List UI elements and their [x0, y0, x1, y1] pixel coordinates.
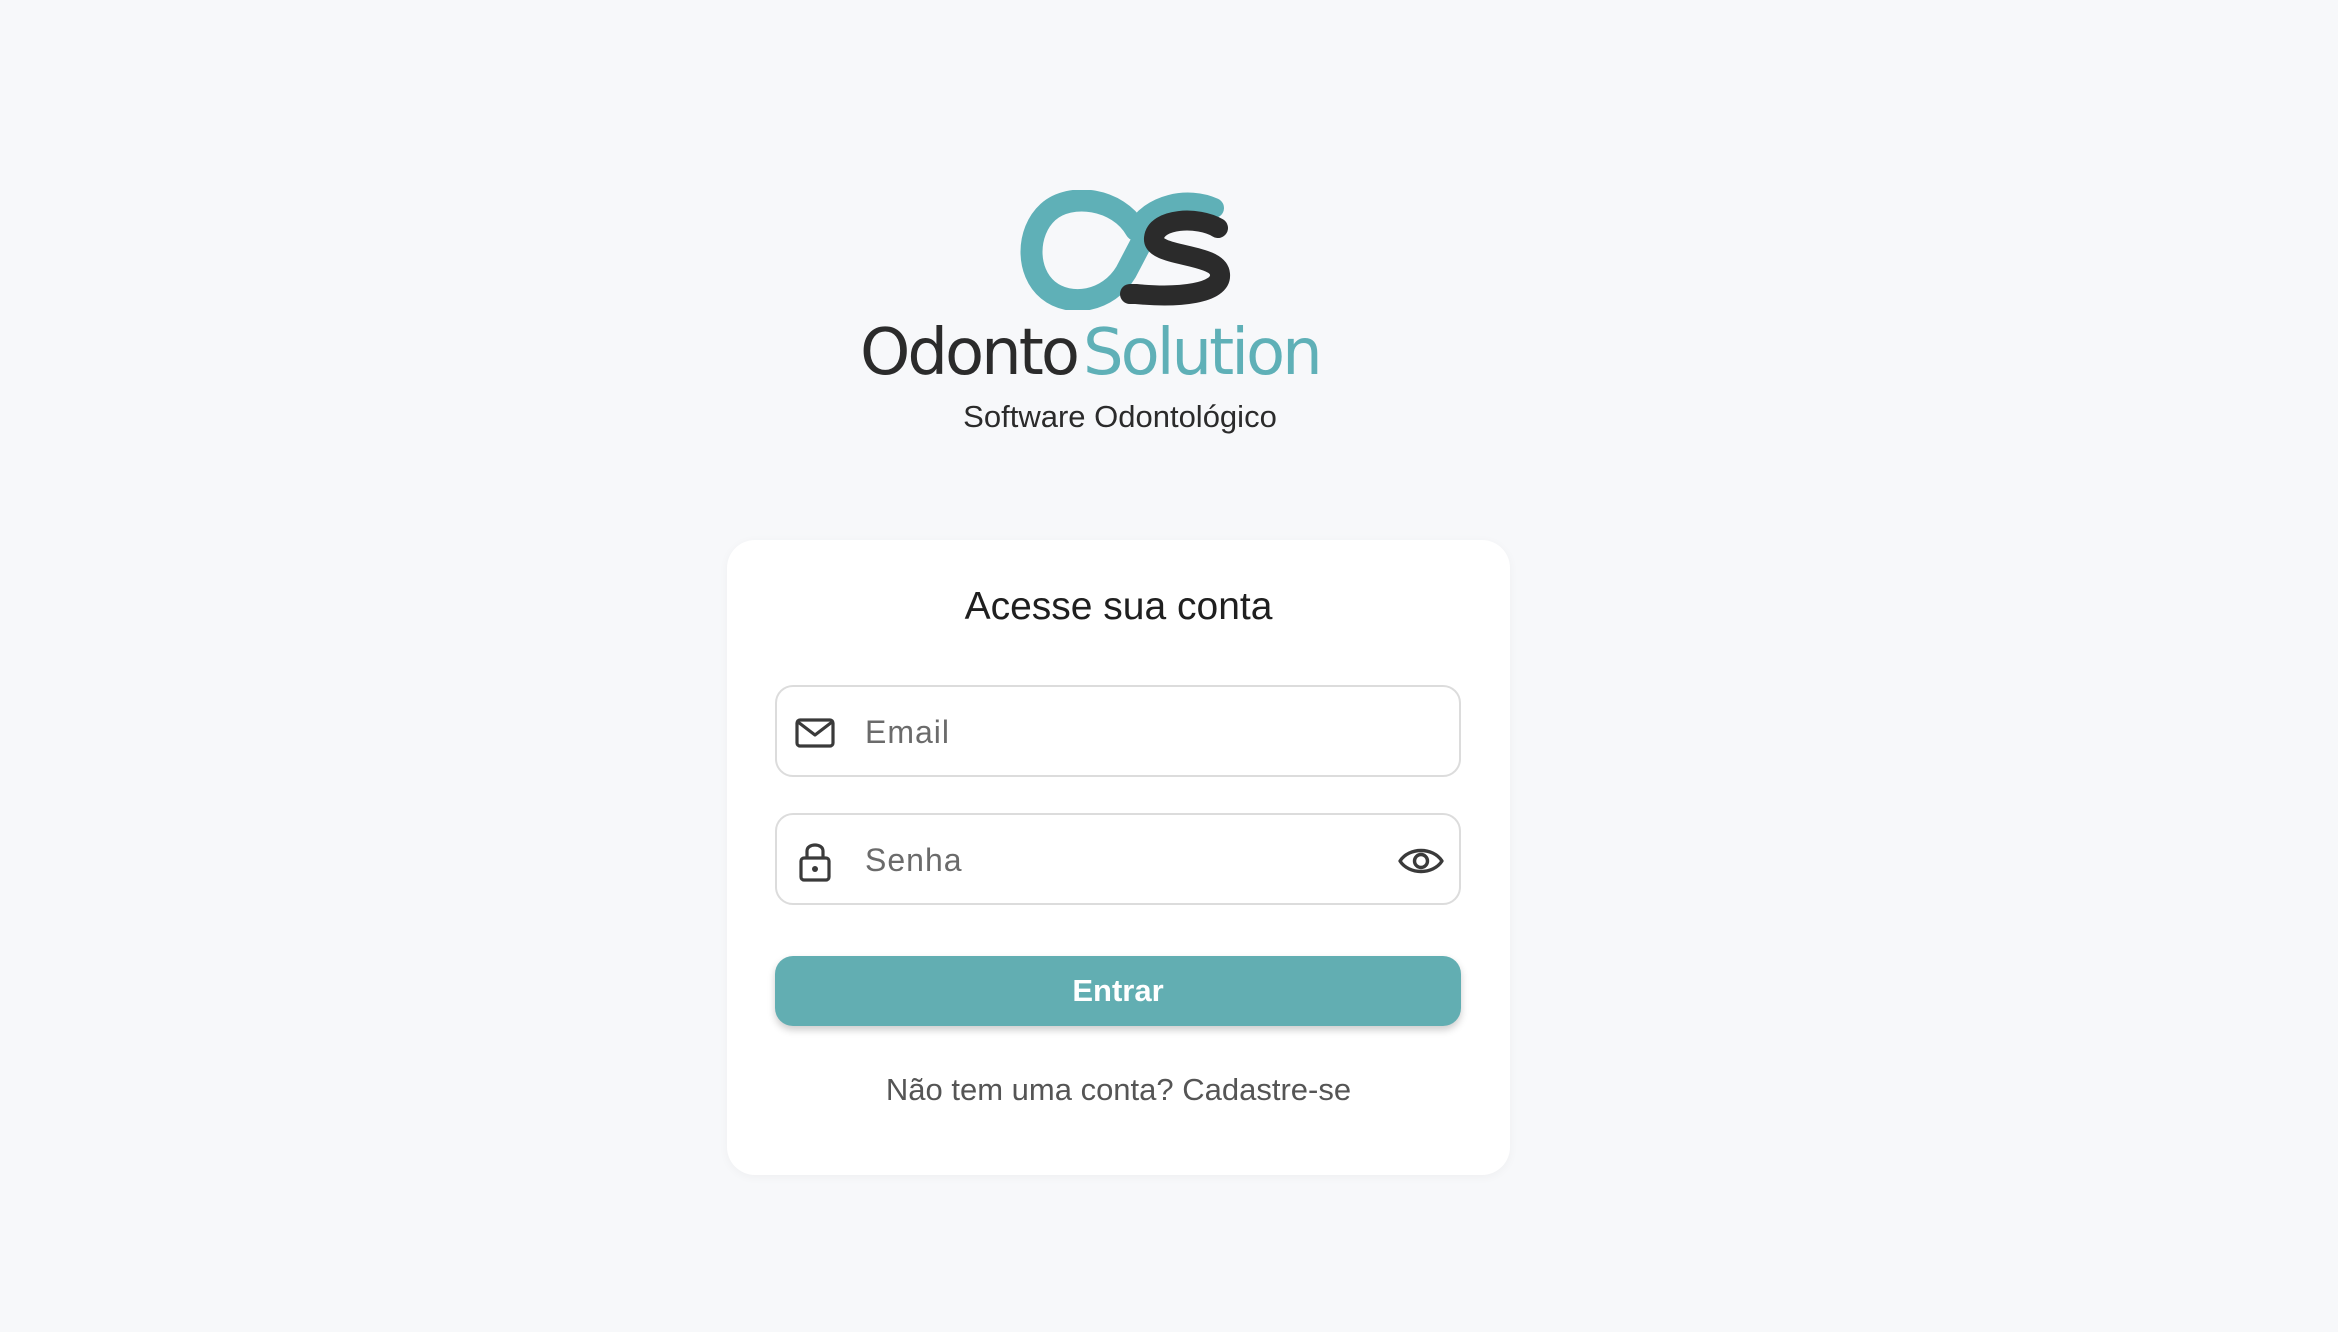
- login-button[interactable]: Entrar: [775, 956, 1461, 1026]
- login-page: OdontoSolution Software Odontológico Ace…: [0, 0, 2338, 1332]
- logo-word-odonto: Odonto: [860, 316, 1080, 390]
- password-field: [775, 813, 1461, 905]
- signup-prompt: Não tem uma conta?: [885, 1072, 1174, 1107]
- logo-wordmark: OdontoSolution: [860, 313, 1380, 393]
- email-field: [775, 685, 1461, 777]
- mail-icon: [795, 718, 835, 748]
- logo-mark-icon: [1020, 190, 1230, 310]
- login-card: Acesse sua conta Entrar Não tem uma cont…: [727, 540, 1510, 1175]
- email-input[interactable]: [863, 701, 1387, 763]
- signup-row: Não tem uma conta? Cadastre-se: [727, 1070, 1510, 1110]
- login-title: Acesse sua conta: [964, 585, 1273, 628]
- password-input[interactable]: [863, 829, 1387, 891]
- signup-link[interactable]: Cadastre-se: [1182, 1072, 1351, 1107]
- eye-icon[interactable]: [1397, 837, 1445, 885]
- brand-logo: OdontoSolution Software Odontológico: [860, 185, 1380, 445]
- logo-word-solution: Solution: [1082, 316, 1323, 390]
- lock-icon: [799, 843, 831, 882]
- logo-tagline: Software Odontológico: [963, 399, 1277, 434]
